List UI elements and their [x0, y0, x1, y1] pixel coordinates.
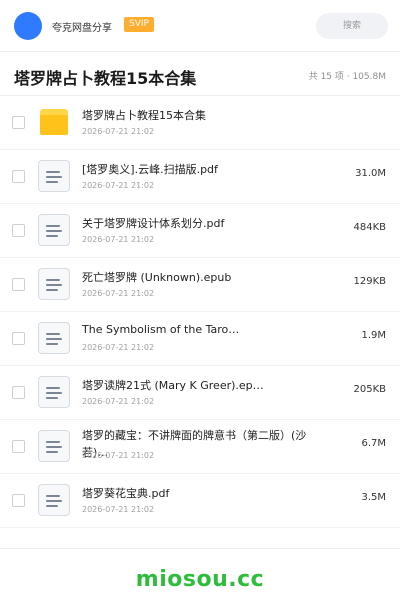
file-date: 2026-07-21 21:02	[82, 397, 155, 406]
site-logo[interactable]: miosou.cc	[0, 567, 400, 592]
file-list: 塔罗牌占卜教程15本合集 2026-07-21 21:02 [塔罗奥义].云峰.…	[0, 96, 400, 528]
file-date: 2026-07-21 21:02	[82, 235, 155, 244]
select-checkbox[interactable]	[12, 494, 25, 507]
file-date: 2026-07-21 21:02	[82, 505, 155, 514]
file-size: 1.9M	[361, 330, 386, 341]
select-checkbox[interactable]	[12, 332, 25, 345]
folder-title-bar: 塔罗牌占卜教程15本合集 共 15 项 · 105.8M	[0, 52, 400, 96]
brand-name: 夸克网盘分享	[52, 23, 112, 34]
list-item[interactable]: 塔罗牌占卜教程15本合集 2026-07-21 21:02	[0, 96, 400, 150]
list-item[interactable]: 塔罗读牌21式 (Mary K Greer).ep… 2026-07-21 21…	[0, 366, 400, 420]
document-icon	[38, 160, 70, 192]
document-icon	[38, 484, 70, 516]
svip-badge: SVIP	[124, 17, 154, 32]
footer: miosou.cc	[0, 548, 400, 600]
page-title: 塔罗牌占卜教程15本合集	[14, 69, 197, 88]
file-date: 2026-07-21 21:02	[82, 181, 155, 190]
select-checkbox[interactable]	[12, 278, 25, 291]
share-page: 夸克网盘分享 SVIP 搜索 塔罗牌占卜教程15本合集 共 15 项 · 105…	[0, 0, 400, 600]
document-icon	[38, 430, 70, 462]
folder-icon	[40, 109, 68, 135]
file-name: [塔罗奥义].云峰.扫描版.pdf	[82, 163, 218, 176]
select-checkbox[interactable]	[12, 170, 25, 183]
file-size: 484KB	[353, 222, 386, 233]
file-name: The Symbolism of the Taro…	[82, 323, 240, 336]
list-item[interactable]: 关于塔罗牌设计体系划分.pdf 2026-07-21 21:02 484KB	[0, 204, 400, 258]
file-size: 129KB	[353, 276, 386, 287]
file-name: 塔罗葵花宝典.pdf	[82, 487, 170, 500]
file-size: 205KB	[353, 384, 386, 395]
list-item[interactable]: 死亡塔罗牌 (Unknown).epub 2026-07-21 21:02 12…	[0, 258, 400, 312]
avatar[interactable]	[14, 12, 42, 40]
file-name: 塔罗牌占卜教程15本合集	[82, 109, 206, 122]
select-checkbox[interactable]	[12, 116, 25, 129]
file-date: 2026-07-21 21:02	[82, 343, 155, 352]
list-item[interactable]: 塔罗葵花宝典.pdf 2026-07-21 21:02 3.5M	[0, 474, 400, 528]
file-name: 死亡塔罗牌 (Unknown).epub	[82, 271, 232, 284]
document-icon	[38, 322, 70, 354]
file-size: 6.7M	[361, 438, 386, 449]
list-item[interactable]: 塔罗的藏宝：不讲牌面的牌意书（第二版）(沙若)… 2026-07-21 21:0…	[0, 420, 400, 474]
document-icon	[38, 376, 70, 408]
top-bar: 夸克网盘分享 SVIP 搜索	[0, 0, 400, 52]
file-size: 3.5M	[361, 492, 386, 503]
file-date: 2026-07-21 21:02	[82, 451, 155, 460]
search-input[interactable]: 搜索	[316, 13, 388, 39]
document-icon	[38, 214, 70, 246]
file-date: 2026-07-21 21:02	[82, 127, 155, 136]
select-checkbox[interactable]	[12, 440, 25, 453]
list-item[interactable]: [塔罗奥义].云峰.扫描版.pdf 2026-07-21 21:02 31.0M	[0, 150, 400, 204]
select-checkbox[interactable]	[12, 224, 25, 237]
file-name: 关于塔罗牌设计体系划分.pdf	[82, 217, 225, 230]
file-size: 31.0M	[355, 168, 386, 179]
list-item[interactable]: The Symbolism of the Taro… 2026-07-21 21…	[0, 312, 400, 366]
file-date: 2026-07-21 21:02	[82, 289, 155, 298]
select-checkbox[interactable]	[12, 386, 25, 399]
document-icon	[38, 268, 70, 300]
file-name: 塔罗读牌21式 (Mary K Greer).ep…	[82, 379, 264, 392]
item-count-info: 共 15 项 · 105.8M	[308, 72, 386, 82]
